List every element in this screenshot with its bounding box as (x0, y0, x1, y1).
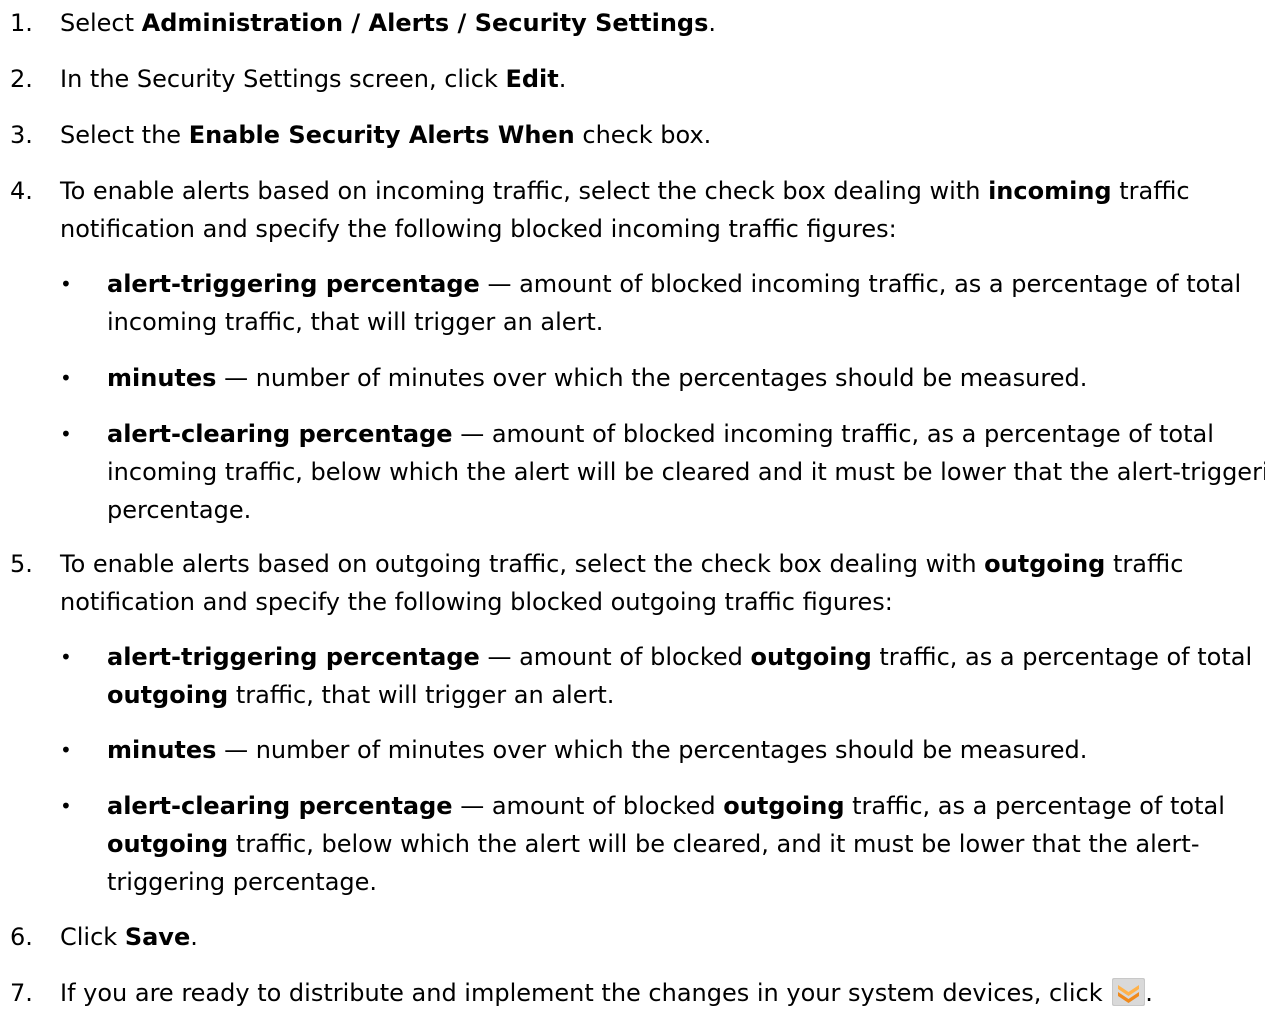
bullet-text: minutes — number of minutes over which t… (107, 731, 1087, 769)
bullet-term: alert-clearing percentage (107, 792, 453, 820)
step-text-part: traffic (1105, 550, 1184, 578)
bullet-dot: • (60, 272, 72, 296)
bullet-term: alert-clearing percentage (107, 420, 453, 448)
bullet-text-part: — number of minutes over which the perce… (216, 736, 1088, 764)
text-line: outgoing traffic, that will trigger an a… (107, 676, 1252, 714)
outgoing-label: outgoing (984, 550, 1106, 578)
step-text-part: . (708, 9, 717, 37)
outgoing-label: outgoing (107, 681, 229, 709)
save-label: Save (124, 923, 191, 951)
bullet-text: alert-triggering percentage — amount of … (107, 638, 1252, 714)
text-line: minutes — number of minutes over which t… (107, 731, 1087, 769)
step-text-part: To enable alerts based on incoming traff… (60, 177, 989, 205)
step-text: Select Administration / Alerts / Securit… (60, 4, 716, 42)
bullet-dot: • (60, 366, 72, 390)
text-line: notification and specify the following b… (60, 215, 897, 243)
text-line: minutes — number of minutes over which t… (107, 359, 1087, 397)
bullet-dot: • (60, 738, 72, 762)
text-line: To enable alerts based on outgoing traff… (60, 545, 1183, 583)
step-number: 6. (10, 923, 33, 951)
text-line: triggering percentage. (107, 868, 378, 896)
bullet-text-part: — amount of blocked (452, 792, 724, 820)
text-line: alert-clearing percentage — amount of bl… (107, 787, 1225, 825)
text-line: notification and specify the following b… (60, 588, 893, 616)
step-text-part: . (1145, 979, 1153, 1007)
step-text-part: . (190, 923, 198, 951)
menu-path-separator: / (449, 9, 475, 37)
menu-path-separator: / (343, 9, 369, 37)
step-number: 3. (10, 121, 33, 149)
bullet-text-part: — amount of blocked (479, 643, 751, 671)
bullet-term: minutes (107, 364, 217, 392)
bullet-text-part: — number of minutes over which the perce… (216, 364, 1088, 392)
text-line: incoming traffic, below which the alert … (107, 458, 1265, 486)
step-text-part: . (558, 65, 567, 93)
step-text: Click Save. (60, 918, 198, 956)
text-line: incoming traffic, that will trigger an a… (107, 308, 604, 336)
step-text: In the Security Settings screen, click E… (60, 60, 566, 98)
step-text-part: Click (60, 923, 125, 951)
bullet-text: alert-triggering percentage — amount of … (107, 265, 1241, 341)
step-number: 4. (10, 177, 33, 205)
menu-path-alerts: Alerts (368, 9, 450, 37)
bullet-term: minutes (107, 736, 217, 764)
step-text-part: traffic (1111, 177, 1190, 205)
bullet-text: alert-clearing percentage — amount of bl… (107, 787, 1225, 901)
step-text: Select the Enable Security Alerts When c… (60, 116, 711, 154)
text-line: alert-triggering percentage — amount of … (107, 265, 1241, 303)
bullet-text-part: — amount of blocked incoming traffic, as… (479, 270, 1242, 298)
bullet-dot: • (60, 794, 72, 818)
step-text: To enable alerts based on outgoing traff… (60, 545, 1183, 621)
outgoing-label: outgoing (723, 792, 845, 820)
procedure-document: 1. Select Administration / Alerts / Secu… (0, 0, 1265, 1017)
bullet-dot: • (60, 645, 72, 669)
step-number: 1. (10, 9, 33, 37)
outgoing-label: outgoing (750, 643, 872, 671)
menu-path-administration: Administration (141, 9, 344, 37)
deploy-chevron-icon[interactable] (1112, 978, 1146, 1006)
outgoing-label: outgoing (107, 830, 229, 858)
bullet-dot: • (60, 422, 72, 446)
bullet-term: alert-triggering percentage (107, 643, 480, 671)
bullet-text: minutes — number of minutes over which t… (107, 359, 1087, 397)
step-text-part: check box. (574, 121, 712, 149)
enable-security-alerts-label: Enable Security Alerts When (188, 121, 575, 149)
edit-label: Edit (505, 65, 559, 93)
bullet-text-part: traffic, as a percentage of total (871, 643, 1253, 671)
bullet-term: alert-triggering percentage (107, 270, 480, 298)
menu-path-security-settings: Security Settings (474, 9, 709, 37)
incoming-label: incoming (988, 177, 1112, 205)
step-text-part: Select (60, 9, 142, 37)
step-text-part: To enable alerts based on outgoing traff… (60, 550, 985, 578)
bullet-text-part: traffic, as a percentage of total (844, 792, 1225, 820)
step-text: If you are ready to distribute and imple… (60, 974, 1153, 1012)
bullet-text-part: traffic, below which the alert will be c… (228, 830, 1200, 858)
bullet-text-part: traffic, that will trigger an alert. (228, 681, 615, 709)
step-number: 5. (10, 550, 33, 578)
step-text-part: In the Security Settings screen, click (60, 65, 506, 93)
text-line: alert-triggering percentage — amount of … (107, 638, 1252, 676)
text-line: outgoing traffic, below which the alert … (107, 825, 1225, 863)
bullet-text-part: — amount of blocked incoming traffic, as… (452, 420, 1214, 448)
text-line: percentage. (107, 496, 252, 524)
step-text-part: Select the (60, 121, 189, 149)
step-number: 7. (10, 979, 33, 1007)
text-line: To enable alerts based on incoming traff… (60, 172, 1190, 210)
step-text-part: If you are ready to distribute and imple… (60, 979, 1111, 1007)
step-number: 2. (10, 65, 33, 93)
step-text: To enable alerts based on incoming traff… (60, 172, 1190, 248)
bullet-text: alert-clearing percentage — amount of bl… (107, 415, 1265, 529)
text-line: alert-clearing percentage — amount of bl… (107, 415, 1265, 453)
